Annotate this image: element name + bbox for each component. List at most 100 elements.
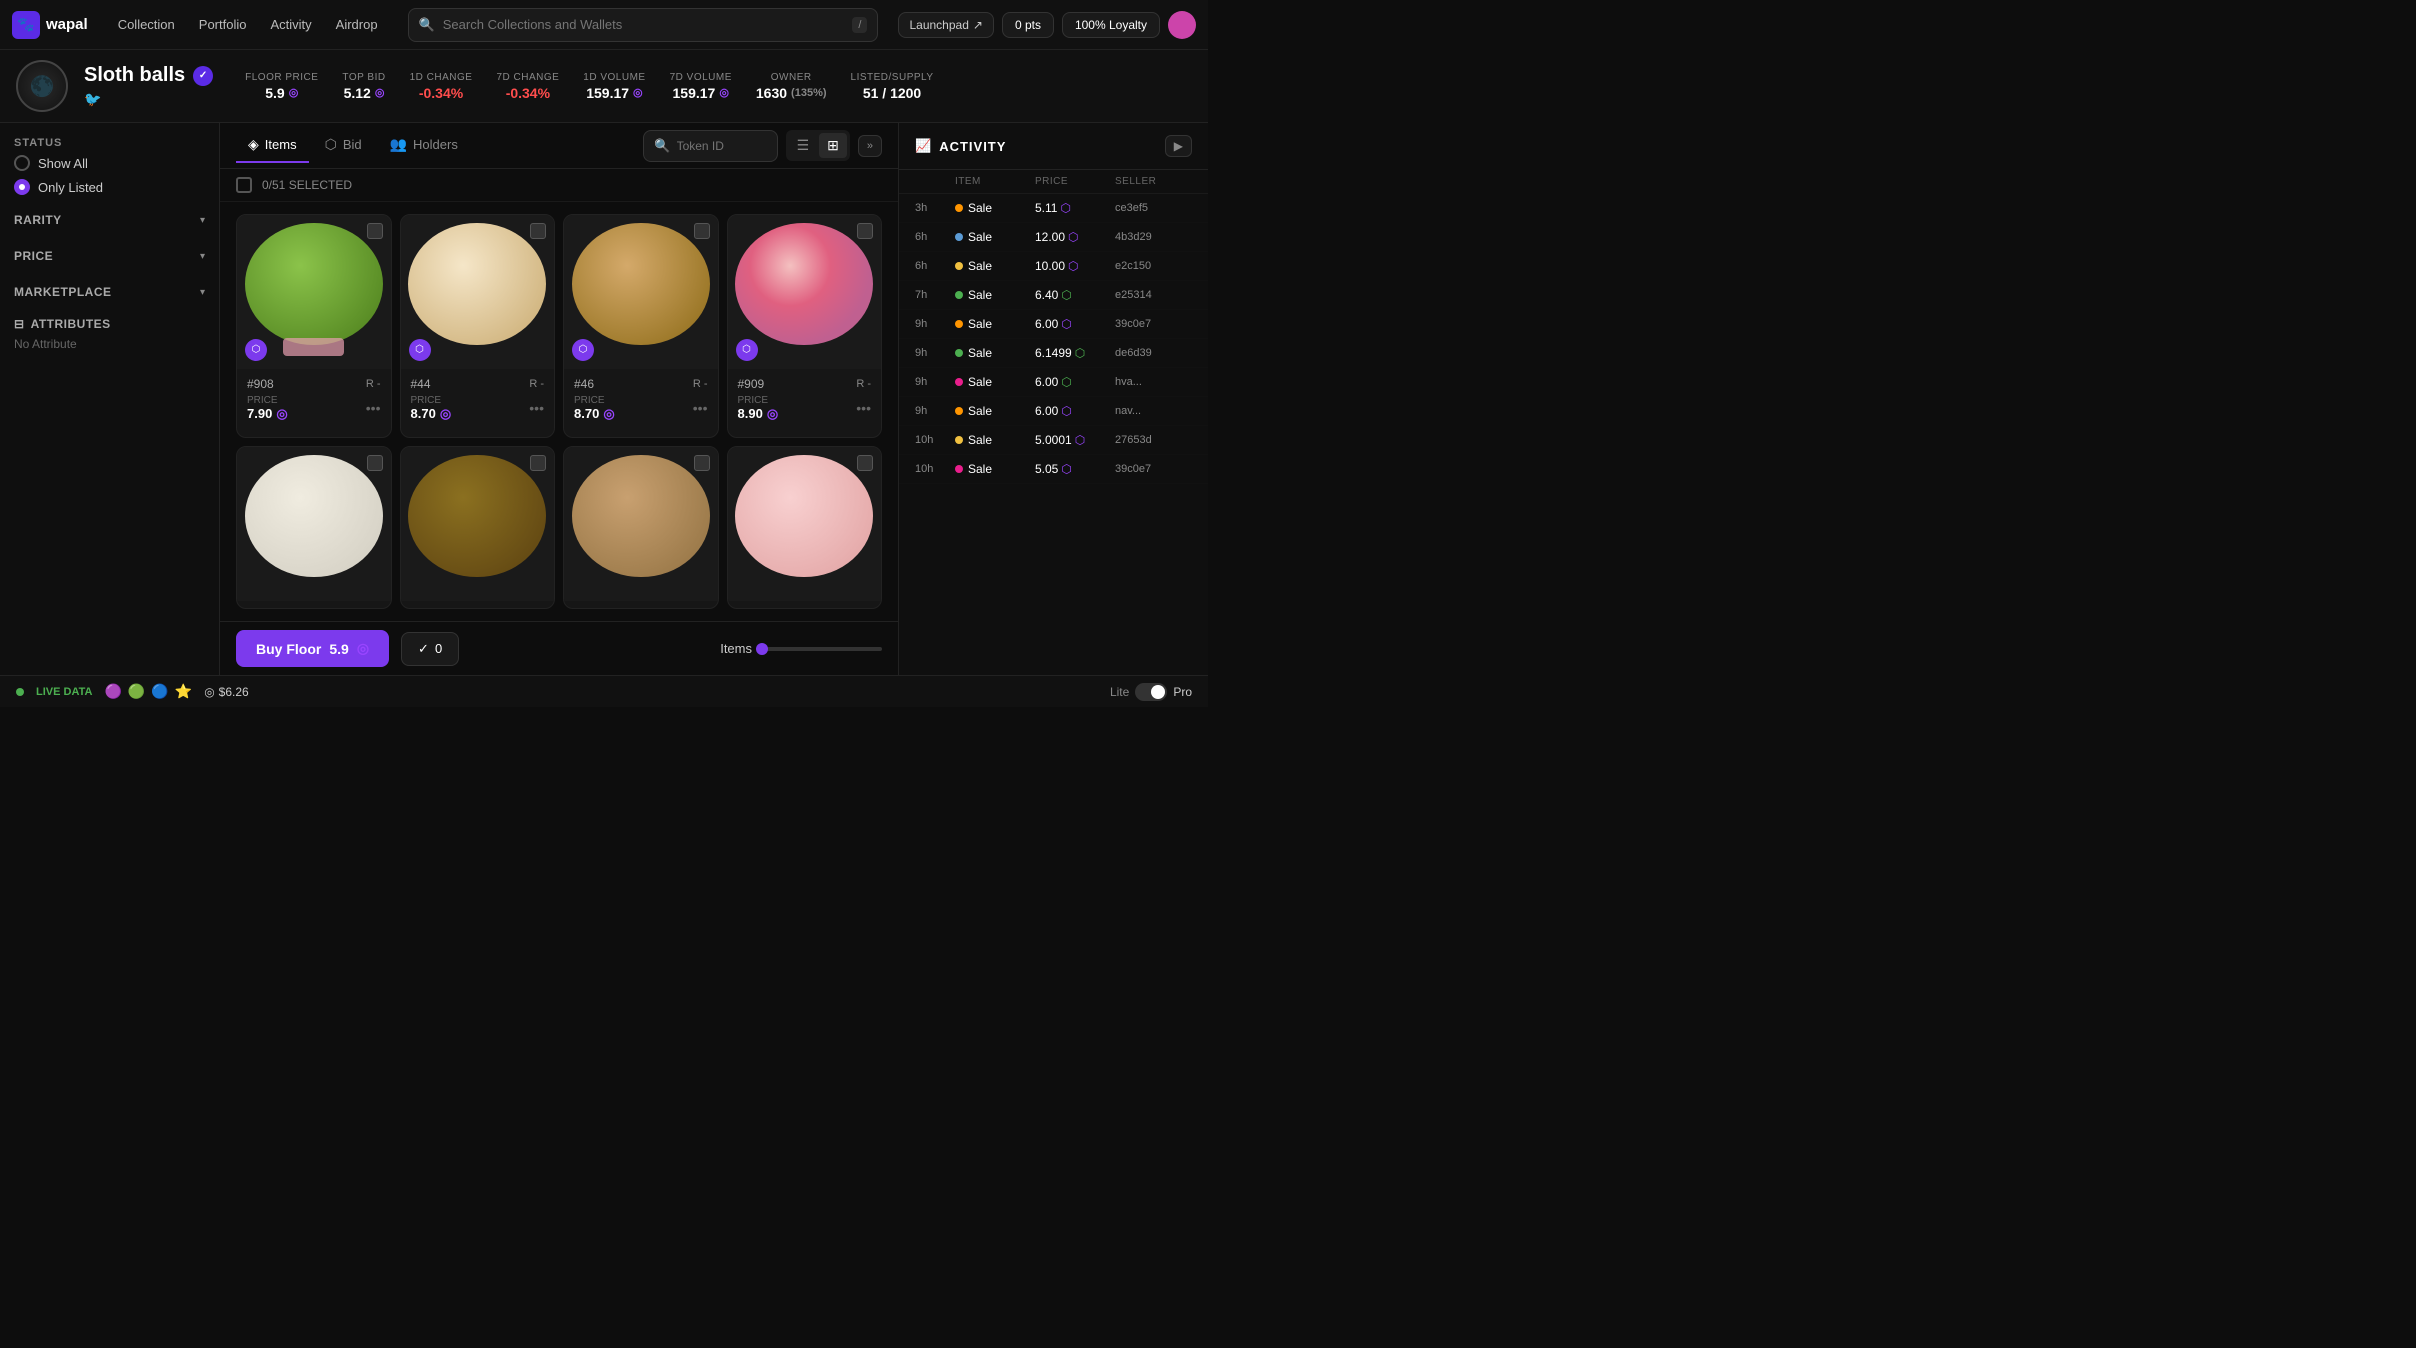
search-bar[interactable]: 🔍 / — [408, 8, 879, 42]
token-search-icon: 🔍 — [654, 138, 670, 154]
activity-row-0[interactable]: 3h Sale 5.11 ⬡ ce3ef5 — [899, 194, 1208, 223]
nft-checkbox-1[interactable] — [530, 223, 546, 239]
nft-info-3: #909 R - PRICE 8.90 ◎ ••• — [728, 369, 882, 430]
launchpad-button[interactable]: Launchpad ↗ — [898, 12, 993, 38]
nft-more-btn-1[interactable]: ••• — [529, 400, 544, 416]
floor-price-value: 5.9 ◎ — [265, 85, 298, 101]
bid-tab-icon: ⬡ — [325, 136, 337, 153]
nft-card-0[interactable]: ⬡ #908 R - PRICE 7.90 ◎ — [236, 214, 392, 438]
nft-info-1: #44 R - PRICE 8.70 ◎ ••• — [401, 369, 555, 430]
collection-avatar-inner: 🌑 — [18, 62, 66, 110]
nft-checkbox-6[interactable] — [694, 455, 710, 471]
cart-button[interactable]: ✓ 0 — [401, 632, 459, 666]
nft-checkbox-4[interactable] — [367, 455, 383, 471]
nft-price-group-3: PRICE 8.90 ◎ — [738, 395, 779, 422]
slider-track[interactable] — [762, 647, 882, 651]
type-dot-3 — [955, 291, 963, 299]
list-view-btn[interactable]: ☰ — [789, 133, 818, 158]
selection-bar: 0/51 SELECTED — [220, 169, 898, 202]
wallet-avatar[interactable] — [1168, 11, 1196, 39]
holders-tab-icon: 👥 — [390, 136, 407, 153]
buy-floor-button[interactable]: Buy Floor 5.9 ◎ — [236, 630, 389, 667]
nav-activity[interactable]: Activity — [260, 11, 321, 38]
nft-id-0: #908 — [247, 377, 274, 391]
nft-card-5[interactable] — [400, 446, 556, 609]
collapse-btn[interactable]: » — [858, 135, 882, 157]
activity-panel: 📈 ACTIVITY ▶ ITEM PRICE SELLER 3h Sale 5… — [898, 123, 1208, 675]
select-all-checkbox[interactable] — [236, 177, 252, 193]
holders-tab-label: Holders — [413, 137, 458, 152]
nft-card-3[interactable]: ⬡ #909 R - PRICE 8.90 ◎ — [727, 214, 883, 438]
nav-collection[interactable]: Collection — [108, 11, 185, 38]
activity-row-5[interactable]: 9h Sale 6.1499 ⬡ de6d39 — [899, 339, 1208, 368]
nft-more-btn-2[interactable]: ••• — [693, 400, 708, 416]
act-time-4: 9h — [915, 318, 955, 330]
pts-button[interactable]: 0 pts — [1002, 12, 1054, 38]
nft-card-1[interactable]: ⬡ #44 R - PRICE 8.70 ◎ — [400, 214, 556, 438]
activity-row-3[interactable]: 7h Sale 6.40 ⬡ e25314 — [899, 281, 1208, 310]
nft-checkbox-3[interactable] — [857, 223, 873, 239]
marketplace-filter-header[interactable]: MARKETPLACE ▾ — [14, 281, 205, 303]
loyalty-button[interactable]: 100% Loyalty — [1062, 12, 1160, 38]
slider-thumb[interactable] — [756, 643, 768, 655]
act-time-3: 7h — [915, 289, 955, 301]
token-id-input[interactable] — [677, 139, 767, 153]
activity-row-6[interactable]: 9h Sale 6.00 ⬡ hva... — [899, 368, 1208, 397]
grid-view-btn[interactable]: ⊞ — [819, 133, 847, 158]
only-listed-option[interactable]: Only Listed — [14, 179, 205, 195]
nft-card-4[interactable] — [236, 446, 392, 609]
nft-card-7[interactable] — [727, 446, 883, 609]
nft-checkbox-5[interactable] — [530, 455, 546, 471]
activity-tab-btn[interactable]: ▶ — [1165, 135, 1192, 157]
search-input[interactable] — [443, 17, 845, 32]
tab-holders[interactable]: 👥 Holders — [378, 128, 470, 163]
nft-checkbox-0[interactable] — [367, 223, 383, 239]
act-time-0: 3h — [915, 202, 955, 214]
type-dot-2 — [955, 262, 963, 270]
price-filter-header[interactable]: PRICE ▾ — [14, 245, 205, 267]
nft-more-btn-0[interactable]: ••• — [366, 400, 381, 416]
mode-switch[interactable] — [1135, 683, 1167, 701]
twitter-icon[interactable]: 🐦 — [84, 91, 213, 108]
only-listed-radio[interactable] — [14, 179, 30, 195]
nft-more-btn-3[interactable]: ••• — [856, 400, 871, 416]
nft-rarity-3: R - — [856, 378, 871, 390]
activity-row-7[interactable]: 9h Sale 6.00 ⬡ nav... — [899, 397, 1208, 426]
nft-card-2[interactable]: ⬡ #46 R - PRICE 8.70 ◎ — [563, 214, 719, 438]
items-slider: Items — [720, 641, 882, 656]
logo[interactable]: 🐾 wapal — [12, 11, 88, 39]
nft-ball-0 — [245, 223, 383, 346]
show-all-option[interactable]: Show All — [14, 155, 205, 171]
nav-airdrop[interactable]: Airdrop — [326, 11, 388, 38]
activity-row-9[interactable]: 10h Sale 5.05 ⬡ 39c0e7 — [899, 455, 1208, 484]
nav-portfolio[interactable]: Portfolio — [189, 11, 257, 38]
activity-row-4[interactable]: 9h Sale 6.00 ⬡ 39c0e7 — [899, 310, 1208, 339]
nft-info-2: #46 R - PRICE 8.70 ◎ ••• — [564, 369, 718, 430]
type-dot-9 — [955, 465, 963, 473]
nft-checkbox-2[interactable] — [694, 223, 710, 239]
activity-row-2[interactable]: 6h Sale 10.00 ⬡ e2c150 — [899, 252, 1208, 281]
change7d-label: 7D CHANGE — [496, 72, 559, 83]
vol7d-value: 159.17 ◎ — [673, 85, 729, 101]
nft-img-0: ⬡ — [237, 215, 391, 369]
rarity-filter-header[interactable]: RARITY ▾ — [14, 209, 205, 231]
activity-row-8[interactable]: 10h Sale 5.0001 ⬡ 27653d — [899, 426, 1208, 455]
nft-card-6[interactable] — [563, 446, 719, 609]
search-icon: 🔍 — [419, 17, 435, 33]
act-seller-1: 4b3d29 — [1115, 231, 1192, 243]
act-seller-5: de6d39 — [1115, 347, 1192, 359]
act-type-1: Sale — [955, 230, 1035, 244]
nft-checkbox-7[interactable] — [857, 455, 873, 471]
live-text: LIVE DATA — [36, 686, 92, 698]
act-price-0: 5.11 ⬡ — [1035, 201, 1115, 215]
nft-price-group-0: PRICE 7.90 ◎ — [247, 395, 288, 422]
token-search[interactable]: 🔍 — [643, 130, 777, 162]
tab-bid[interactable]: ⬡ Bid — [313, 128, 374, 163]
collection-avatar: 🌑 — [16, 60, 68, 112]
search-kbd: / — [852, 17, 867, 33]
activity-row-1[interactable]: 6h Sale 12.00 ⬡ 4b3d29 — [899, 223, 1208, 252]
tab-items[interactable]: ◈ Items — [236, 128, 309, 163]
show-all-radio[interactable] — [14, 155, 30, 171]
owner-label: OWNER — [771, 72, 812, 83]
marketplace-label: MARKETPLACE — [14, 285, 112, 299]
